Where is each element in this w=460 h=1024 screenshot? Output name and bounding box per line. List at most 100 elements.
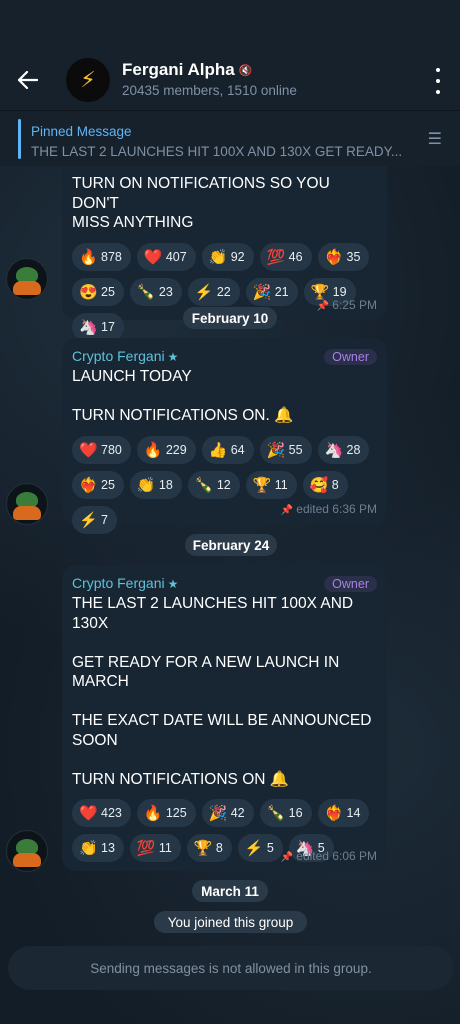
- reaction-chip[interactable]: 🔥 878: [72, 242, 131, 271]
- reaction-chip[interactable]: 👍 64: [201, 435, 254, 464]
- reaction-count: 25: [101, 284, 115, 299]
- join-notice: You joined this group: [154, 911, 307, 933]
- reaction-emoji: ❤️: [79, 441, 98, 459]
- reaction-count: 17: [101, 319, 115, 334]
- back-button[interactable]: [14, 66, 42, 94]
- reaction-count: 19: [332, 284, 347, 299]
- reaction-chip[interactable]: 🎉 42: [201, 799, 254, 827]
- reaction-chip[interactable]: 🦄 28: [317, 435, 370, 464]
- reaction-chip[interactable]: 🔥 229: [136, 435, 196, 464]
- composer-disabled-notice: Sending messages is not allowed in this …: [8, 946, 454, 990]
- chat-title[interactable]: Fergani Alpha 🔇: [122, 60, 252, 80]
- reaction-count: 12: [216, 477, 231, 492]
- status-bar: [0, 0, 460, 50]
- reaction-emoji: ❤️‍🔥: [324, 805, 344, 822]
- reactions-2: ❤️ 780 🔥 229 👍 64 🎉 55 🦄 28 ❤️‍🔥 25 👏 18 🍾 12 🏆 11 🥰 8 ⚡ 7: [72, 435, 372, 534]
- reaction-count: 407: [165, 249, 187, 264]
- reaction-emoji: ❤️: [143, 248, 163, 266]
- message-meta: 📌 edited 6:06 PM: [281, 849, 377, 863]
- reaction-chip[interactable]: ❤️ 407: [136, 242, 196, 271]
- message-meta: 📌 edited 6:36 PM: [281, 502, 377, 516]
- reaction-emoji: 👍: [208, 441, 228, 459]
- reaction-count: 42: [230, 806, 245, 820]
- reaction-chip[interactable]: 🍾 23: [129, 277, 182, 306]
- reaction-chip[interactable]: 💯 46: [259, 242, 312, 271]
- reaction-chip[interactable]: ❤️ 423: [72, 799, 131, 827]
- back-arrow-icon: [18, 71, 38, 89]
- reaction-emoji: ❤️: [79, 805, 98, 822]
- reaction-emoji: 👏: [208, 248, 228, 266]
- pinned-text: THE LAST 2 LAUNCHES HIT 100X AND 130X GE…: [31, 144, 403, 159]
- reaction-chip[interactable]: ❤️‍🔥 14: [317, 799, 370, 827]
- reaction-count: 7: [101, 512, 108, 527]
- reaction-chip[interactable]: 💯 11: [129, 834, 181, 862]
- more-vert-icon: [436, 68, 440, 72]
- date-separator: February 24: [185, 534, 277, 556]
- reaction-emoji: 🏆: [193, 840, 213, 857]
- reaction-chip[interactable]: 🔥 125: [136, 799, 196, 827]
- message-bubble-2[interactable]: Crypto Fergani ★ Owner LAUNCH TODAY TURN …: [62, 338, 387, 534]
- reaction-emoji: 🏆: [252, 476, 272, 494]
- message-text: TURN ON NOTIFICATIONS SO YOU DON'T MISS …: [72, 175, 330, 231]
- pinned-message-bar[interactable]: Pinned Message THE LAST 2 LAUNCHES HIT 1…: [0, 110, 460, 166]
- reaction-emoji: 👏: [136, 476, 156, 494]
- reaction-count: 8: [331, 477, 339, 492]
- reaction-emoji: 🦄: [79, 318, 98, 336]
- reaction-count: 14: [346, 806, 361, 820]
- reaction-emoji: 😍: [79, 283, 98, 301]
- sender-avatar[interactable]: [6, 483, 48, 525]
- reaction-chip[interactable]: 🏆 11: [245, 470, 297, 499]
- chat-subtitle: 20435 members, 1510 online: [122, 83, 297, 98]
- pinned-title: Pinned Message: [31, 124, 132, 139]
- sender-avatar[interactable]: [6, 258, 48, 300]
- chat-area[interactable]: TURN ON NOTIFICATIONS SO YOU DON'T MISS …: [0, 110, 460, 1024]
- message-time: edited 6:06 PM: [296, 849, 377, 863]
- reaction-chip[interactable]: ❤️ 780: [72, 435, 131, 464]
- pinned-list-icon[interactable]: ☰: [428, 129, 442, 148]
- reaction-count: 25: [101, 477, 115, 492]
- message-bubble-1[interactable]: TURN ON NOTIFICATIONS SO YOU DON'T MISS …: [62, 142, 387, 341]
- reaction-chip[interactable]: 🍾 12: [187, 470, 240, 499]
- reaction-emoji: 💯: [266, 248, 286, 266]
- reaction-emoji: ⚡: [244, 840, 264, 857]
- reaction-emoji: 🎉: [252, 283, 272, 301]
- reaction-chip[interactable]: 👏 92: [201, 242, 254, 271]
- reaction-chip[interactable]: 👏 18: [129, 470, 182, 499]
- star-icon: ★: [167, 350, 179, 364]
- date-separator: March 11: [192, 880, 268, 902]
- reaction-chip[interactable]: 👏 13: [72, 834, 124, 862]
- reaction-count: 23: [158, 284, 173, 299]
- chat-title-text: Fergani Alpha: [122, 60, 235, 79]
- reaction-emoji: 👏: [79, 840, 98, 857]
- reaction-chip[interactable]: ⚡ 22: [187, 277, 240, 306]
- more-menu-button[interactable]: [430, 68, 446, 94]
- reaction-chip[interactable]: 🦄 17: [72, 312, 124, 341]
- reaction-chip[interactable]: 🏆 8: [186, 834, 232, 862]
- sender-avatar[interactable]: [6, 830, 48, 872]
- owner-badge: Owner: [324, 576, 377, 592]
- reaction-emoji: 🎉: [266, 441, 286, 459]
- reaction-chip[interactable]: ❤️‍🔥 25: [72, 470, 124, 499]
- chat-header: ⚡ Fergani Alpha 🔇 20435 members, 1510 onl…: [0, 50, 460, 110]
- reaction-count: 55: [288, 442, 303, 457]
- reaction-count: 92: [230, 249, 245, 264]
- chat-avatar[interactable]: ⚡: [66, 58, 110, 102]
- reaction-chip[interactable]: 🥰 8: [302, 470, 348, 499]
- reaction-chip[interactable]: ⚡ 5: [237, 834, 283, 862]
- reaction-emoji: ⚡: [194, 283, 214, 301]
- reaction-emoji: 🍾: [266, 805, 286, 822]
- owner-badge: Owner: [324, 349, 377, 365]
- reaction-chip[interactable]: ⚡ 7: [72, 505, 117, 534]
- reaction-emoji: 🎉: [208, 805, 228, 822]
- reaction-chip[interactable]: 🍾 16: [259, 799, 312, 827]
- message-bubble-3[interactable]: Crypto Fergani ★ Owner THE LAST 2 LAUNCHE…: [62, 565, 387, 871]
- reaction-chip[interactable]: ❤️‍🔥 35: [317, 242, 370, 271]
- pin-icon: 📌: [316, 301, 330, 312]
- reaction-chip[interactable]: 🎉 55: [259, 435, 312, 464]
- reaction-count: 35: [346, 249, 361, 264]
- reaction-chip[interactable]: 🎉 21: [245, 277, 298, 306]
- reaction-count: 28: [346, 442, 361, 457]
- reaction-count: 21: [274, 284, 289, 299]
- pinned-indicator: [18, 119, 21, 159]
- reaction-chip[interactable]: 😍 25: [72, 277, 124, 306]
